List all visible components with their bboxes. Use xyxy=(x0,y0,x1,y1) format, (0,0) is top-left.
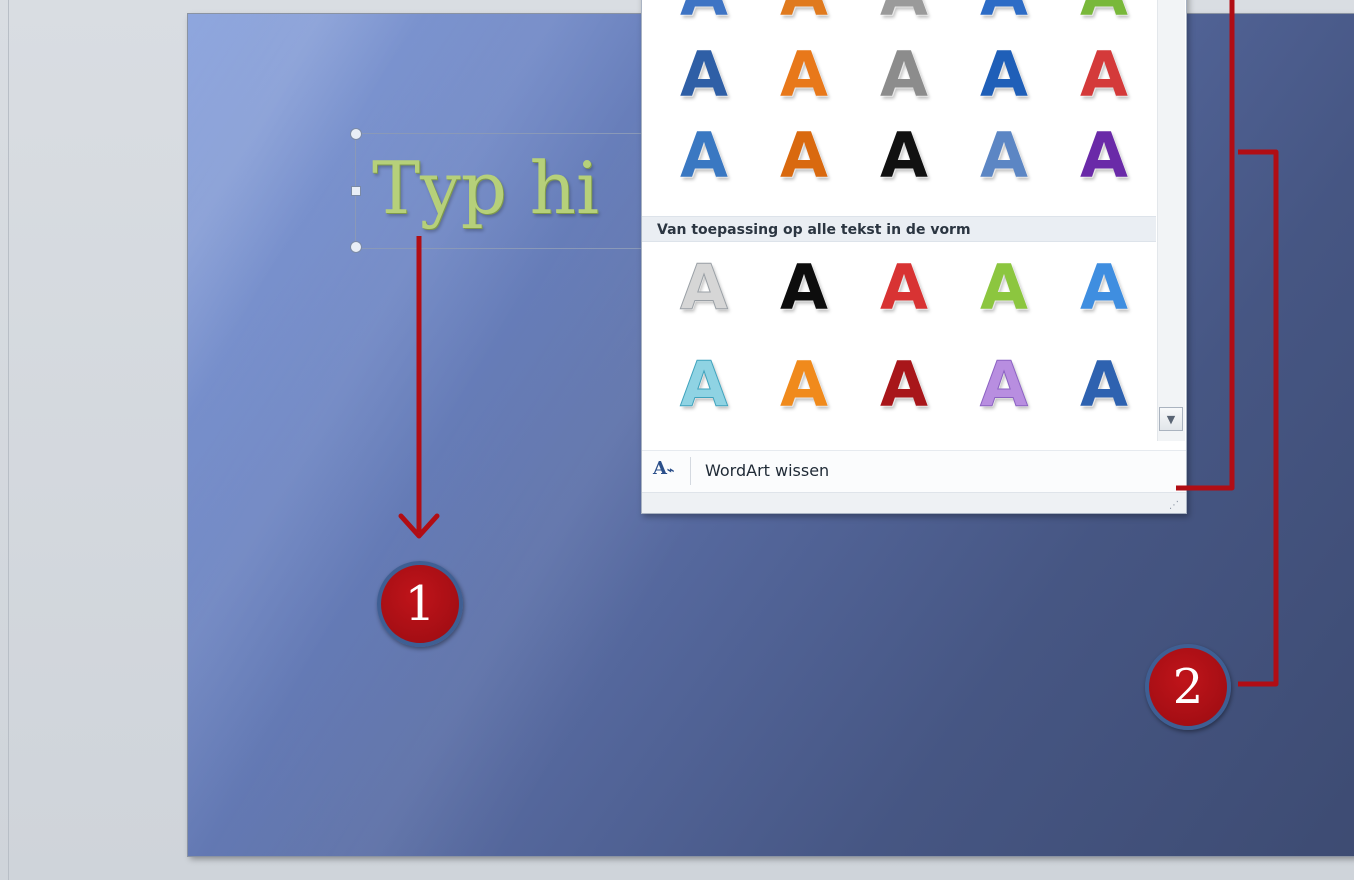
gallery-row: AAAAA xyxy=(654,121,1154,191)
scroll-down-button[interactable]: ▼ xyxy=(1159,407,1183,431)
title-placeholder-text[interactable]: Typ hi xyxy=(372,143,599,233)
wordart-style-glyph: A xyxy=(1080,0,1128,29)
wordart-style-glyph: A xyxy=(880,251,928,324)
wordart-style-glyph: A xyxy=(780,38,828,111)
wordart-style-glyph: A xyxy=(1080,251,1128,324)
wordart-style-option[interactable]: A xyxy=(854,121,954,191)
wordart-style-glyph: A xyxy=(880,38,928,111)
gallery-row: AAAAA xyxy=(654,40,1154,110)
pane-divider[interactable] xyxy=(8,0,9,880)
wordart-style-option[interactable]: A xyxy=(754,0,854,29)
wordart-style-option[interactable]: A xyxy=(654,40,754,110)
gallery-row: AAAAA xyxy=(654,348,1154,421)
gallery-row: AAAAA xyxy=(654,0,1154,29)
wordart-style-option[interactable]: A xyxy=(654,0,754,29)
wordart-style-option[interactable]: A xyxy=(1054,121,1154,191)
wordart-style-option[interactable]: A xyxy=(654,121,754,191)
wordart-styles-gallery[interactable]: AAAAAAAAAAAAAAA Van toepassing op alle t… xyxy=(641,0,1187,514)
callout-badge-2: 2 xyxy=(1145,644,1231,730)
resize-handle-bottom-left[interactable] xyxy=(350,241,362,253)
wordart-style-glyph: A xyxy=(980,348,1029,421)
wordart-style-glyph: A xyxy=(680,119,728,192)
wordart-style-glyph: A xyxy=(880,348,928,421)
wordart-style-option[interactable]: A xyxy=(754,40,854,110)
gallery-scrollbar[interactable]: ▼ xyxy=(1157,0,1185,441)
clear-wordart-icon: A⌁ xyxy=(653,458,675,479)
wordart-style-option[interactable]: A xyxy=(854,40,954,110)
wordart-style-option[interactable]: A xyxy=(1054,0,1154,29)
chevron-down-icon: ▼ xyxy=(1166,412,1176,426)
wordart-style-glyph: A xyxy=(780,0,828,29)
clear-wordart-label: WordArt wissen xyxy=(705,461,830,480)
gallery-row: AAAAA xyxy=(654,251,1154,324)
resize-grip-icon[interactable]: ⋰ xyxy=(1169,500,1180,511)
wordart-style-glyph: A xyxy=(980,119,1028,192)
wordart-style-glyph: A xyxy=(680,348,729,421)
wordart-style-glyph: A xyxy=(1080,119,1128,192)
wordart-style-glyph: A xyxy=(680,251,729,324)
wordart-style-option[interactable]: A xyxy=(954,40,1054,110)
wordart-style-option[interactable]: A xyxy=(854,0,954,29)
wordart-style-option[interactable]: A xyxy=(1054,350,1154,420)
wordart-style-option[interactable]: A xyxy=(854,253,954,323)
wordart-style-glyph: A xyxy=(980,0,1028,29)
wordart-style-glyph: A xyxy=(1080,348,1128,421)
wordart-style-glyph: A xyxy=(1080,38,1128,111)
gallery-resize-strip[interactable]: ⋰ xyxy=(642,492,1186,513)
wordart-style-option[interactable]: A xyxy=(954,348,1054,421)
resize-handle-left[interactable] xyxy=(351,186,361,196)
wordart-style-option[interactable]: A xyxy=(954,121,1054,191)
wordart-style-option[interactable]: A xyxy=(654,251,754,324)
wordart-style-glyph: A xyxy=(680,0,728,29)
wordart-style-glyph: A xyxy=(980,251,1028,324)
editing-workspace: Typ hi AAAAAAAAAAAAAAA Van toepassing op… xyxy=(0,0,1354,880)
wordart-style-glyph: A xyxy=(680,38,728,111)
wordart-style-option[interactable]: A xyxy=(754,121,854,191)
wordart-style-glyph: A xyxy=(780,119,828,192)
wordart-style-option[interactable]: A xyxy=(654,348,754,421)
wordart-style-glyph: A xyxy=(980,38,1028,111)
wordart-style-option[interactable]: A xyxy=(754,253,854,323)
wordart-style-glyph: A xyxy=(880,119,928,192)
wordart-style-option[interactable]: A xyxy=(954,253,1054,323)
callout-badge-1: 1 xyxy=(377,561,463,647)
wordart-style-option[interactable]: A xyxy=(954,0,1054,29)
clear-wordart-menu-item[interactable]: A⌁ WordArt wissen xyxy=(642,450,1186,493)
wordart-style-option[interactable]: A xyxy=(1054,253,1154,323)
wordart-style-option[interactable]: A xyxy=(854,350,954,420)
wordart-style-glyph: A xyxy=(780,251,828,324)
wordart-style-glyph: A xyxy=(880,0,928,29)
wordart-style-option[interactable]: A xyxy=(754,350,854,420)
section-header: Van toepassing op alle tekst in de vorm xyxy=(642,216,1156,242)
wordart-style-option[interactable]: A xyxy=(1054,40,1154,110)
resize-handle-top-left[interactable] xyxy=(350,128,362,140)
wordart-style-glyph: A xyxy=(780,348,828,421)
menu-separator xyxy=(690,457,691,485)
